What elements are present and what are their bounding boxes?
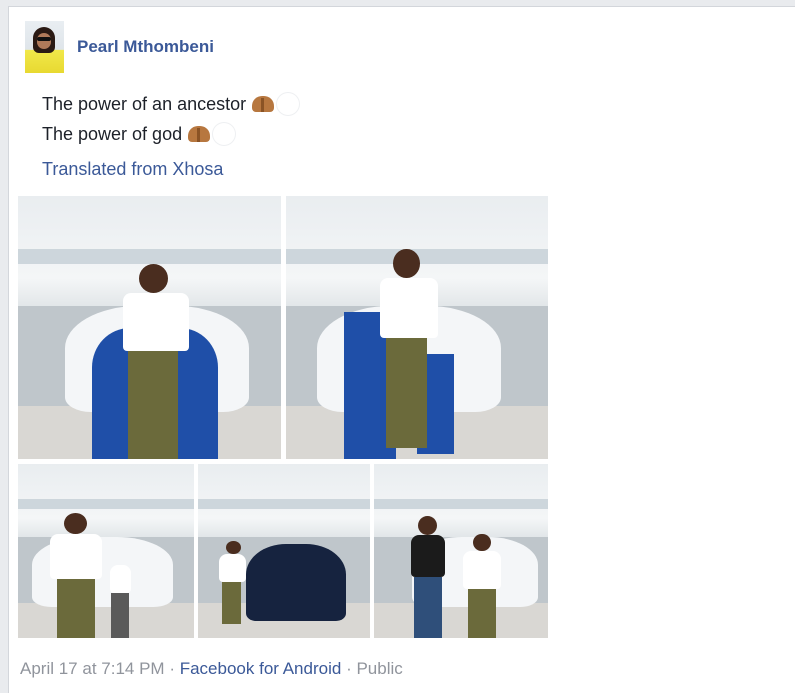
author-name[interactable]: Pearl Mthombeni [77,37,214,57]
post-meta: April 17 at 7:14 PM · Facebook for Andro… [20,659,403,679]
post-text-line-1-text: The power of an ancestor [42,94,247,114]
translated-link[interactable]: Translated from Xhosa [42,159,223,180]
raised-hands-icon [252,96,275,112]
post-date[interactable]: April 17 at 7:14 PM [20,659,165,678]
post-photo-2[interactable] [286,196,548,459]
white-heart-icon [276,92,301,116]
avatar-face [37,33,51,49]
post-photo-3[interactable] [18,464,194,638]
meta-separator: · [346,659,352,678]
post-photo-5[interactable] [374,464,548,638]
post-text-line-2: The power of god [42,122,237,146]
post-photo-4[interactable] [198,464,370,638]
post-text-line-1: The power of an ancestor [42,92,301,116]
photo-person [198,464,370,638]
photo-person [374,464,548,638]
photo-person [18,464,194,638]
post-photo-1[interactable] [18,196,281,459]
privacy-label[interactable]: Public [356,659,402,678]
post-card: Pearl Mthombeni The power of an ancestor… [8,6,795,693]
photo-person [18,196,281,459]
avatar-sunglasses [37,37,51,41]
meta-separator: · [169,659,175,678]
raised-hands-icon [188,126,211,142]
app-link[interactable]: Facebook for Android [180,659,342,678]
post-text-line-2-text: The power of god [42,124,183,144]
photo-person [286,196,548,459]
white-heart-icon [212,122,237,146]
avatar[interactable] [25,21,64,73]
